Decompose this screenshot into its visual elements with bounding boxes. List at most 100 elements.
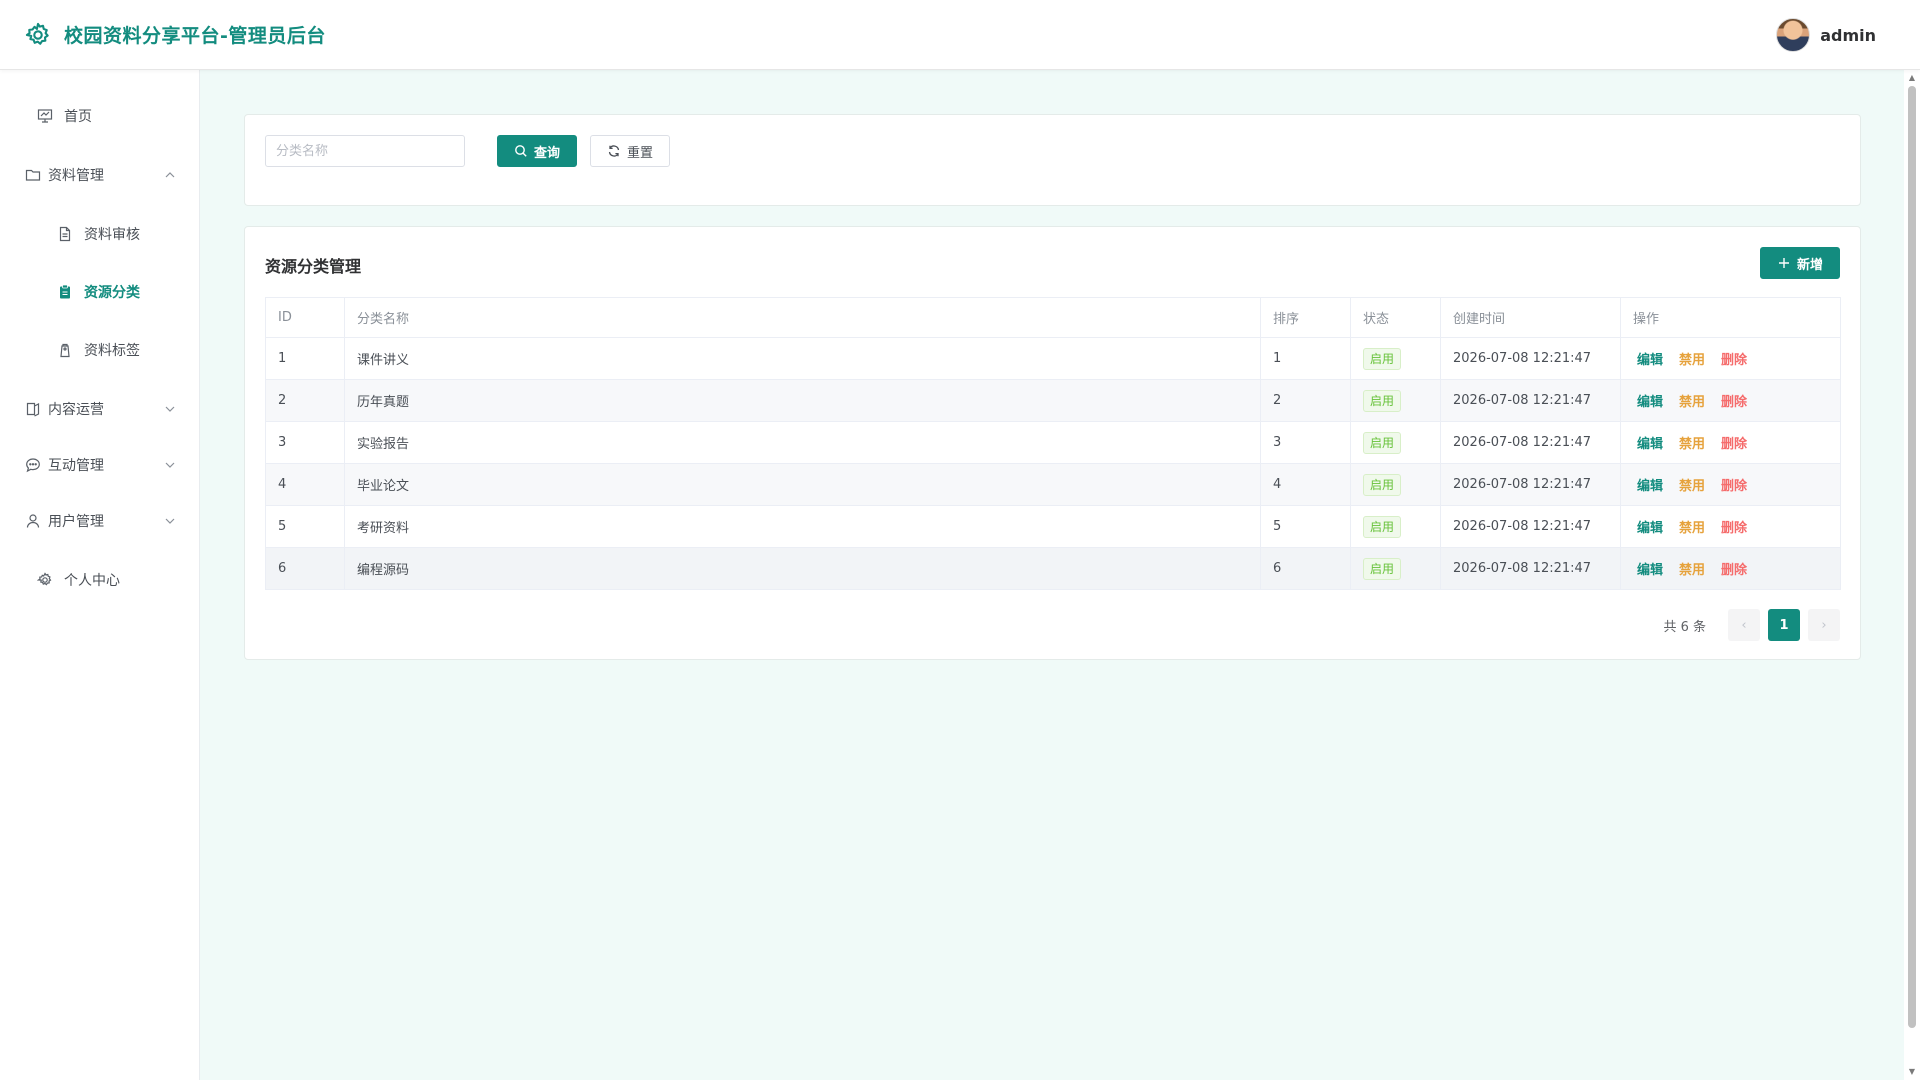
edit-link[interactable]: 编辑 [1637,479,1663,494]
scroll-up-arrow-icon[interactable]: ▲ [1907,73,1917,83]
cell-sort: 5 [1260,505,1351,548]
scrollbar-thumb[interactable] [1908,86,1916,1028]
chevron-down-icon [165,518,175,524]
delete-link[interactable]: 删除 [1721,479,1747,494]
table-row: 2 历年真题 2 启用 2026-07-08 12:21:47 编辑 禁用 删除 [265,379,1841,422]
reset-button-label: 重置 [626,145,653,161]
table-row: 6 编程源码 6 启用 2026-07-08 12:21:47 编辑 禁用 删除 [265,547,1841,590]
sidebar-item-label: 互动管理 [48,458,104,474]
disable-link[interactable]: 禁用 [1679,437,1705,452]
edit-link[interactable]: 编辑 [1637,353,1663,368]
top-header: 校园资料分享平台-管理员后台 admin [0,0,1920,70]
chevron-up-icon [165,172,175,178]
cell-id: 4 [265,463,345,506]
cell-actions: 编辑 禁用 删除 [1620,547,1841,590]
sidebar-item-review[interactable]: 资料审核 [0,214,200,254]
cell-status: 启用 [1350,421,1441,464]
disable-link[interactable]: 禁用 [1679,521,1705,536]
pagination: 共 6 条 ‹ 1 › [1663,609,1840,641]
refresh-icon [608,145,620,157]
column-header-name: 分类名称 [344,297,1261,338]
table-row: 5 考研资料 5 启用 2026-07-08 12:21:47 编辑 禁用 删除 [265,505,1841,548]
page-number-button[interactable]: 1 [1768,609,1800,641]
cell-id: 6 [265,547,345,590]
cell-created: 2026-07-08 12:21:47 [1440,505,1621,548]
sidebar-item-content-ops[interactable]: 内容运营 [0,389,200,429]
cell-name: 编程源码 [344,547,1261,590]
status-badge: 启用 [1363,557,1402,580]
sidebar-item-label: 资源分类 [84,285,140,301]
cell-name: 实验报告 [344,421,1261,464]
query-button[interactable]: 查询 [497,135,577,167]
gear-logo-icon [25,22,49,45]
cell-actions: 编辑 禁用 删除 [1620,463,1841,506]
cell-actions: 编辑 禁用 删除 [1620,379,1841,422]
user-icon [24,512,42,530]
folder-icon [24,166,42,184]
search-icon [515,145,527,157]
dashboard-icon [36,107,54,125]
cell-created: 2026-07-08 12:21:47 [1440,421,1621,464]
sidebar-item-category[interactable]: 资源分类 [0,272,200,312]
chat-bubble-icon [24,456,42,474]
sidebar-item-materials[interactable]: 资料管理 [0,155,200,195]
scroll-down-arrow-icon[interactable]: ▼ [1907,1067,1917,1077]
sidebar-item-profile[interactable]: 个人中心 [0,560,200,600]
plus-icon [1778,258,1789,268]
brand: 校园资料分享平台-管理员后台 [24,21,326,49]
column-header-id: ID [265,297,345,338]
column-header-created: 创建时间 [1440,297,1621,338]
cell-id: 5 [265,505,345,548]
username[interactable]: admin [1820,26,1876,45]
cell-actions: 编辑 禁用 删除 [1620,421,1841,464]
disable-link[interactable]: 禁用 [1679,353,1705,368]
sidebar-item-home[interactable]: 首页 [0,96,200,136]
sidebar-item-label: 资料审核 [84,227,140,243]
column-header-actions: 操作 [1620,297,1841,338]
edit-link[interactable]: 编辑 [1637,521,1663,536]
next-page-button[interactable]: › [1808,609,1840,641]
query-button-label: 查询 [533,145,560,161]
tag-icon [56,341,74,359]
disable-link[interactable]: 禁用 [1679,479,1705,494]
reset-button[interactable]: 重置 [590,135,670,167]
disable-link[interactable]: 禁用 [1679,395,1705,410]
table-row: 4 毕业论文 4 启用 2026-07-08 12:21:47 编辑 禁用 删除 [265,463,1841,506]
prev-page-button[interactable]: ‹ [1728,609,1760,641]
sidebar-item-interaction[interactable]: 互动管理 [0,445,200,485]
sidebar-item-users[interactable]: 用户管理 [0,501,200,541]
status-badge: 启用 [1363,473,1402,496]
delete-link[interactable]: 删除 [1721,353,1747,368]
avatar[interactable] [1776,18,1811,52]
cell-status: 启用 [1350,337,1441,380]
vertical-scrollbar[interactable]: ▲ ▼ [1904,70,1920,1080]
cell-id: 1 [265,337,345,380]
delete-link[interactable]: 删除 [1721,437,1747,452]
search-card: 查询 重置 [244,114,1861,206]
sidebar-item-label: 首页 [64,109,92,125]
edit-link[interactable]: 编辑 [1637,395,1663,410]
delete-link[interactable]: 删除 [1721,521,1747,536]
cell-sort: 3 [1260,421,1351,464]
cell-name: 考研资料 [344,505,1261,548]
category-table: ID 分类名称 排序 状态 创建时间 操作 1 课件讲义 1 启用 2026-0… [265,297,1841,590]
cell-name: 毕业论文 [344,463,1261,506]
edit-link[interactable]: 编辑 [1637,563,1663,578]
notebook-icon [24,400,42,418]
edit-link[interactable]: 编辑 [1637,437,1663,452]
sidebar-item-label: 资料标签 [84,343,140,359]
cell-status: 启用 [1350,463,1441,506]
delete-link[interactable]: 删除 [1721,395,1747,410]
user-menu[interactable]: admin [1776,18,1876,52]
category-name-search-input[interactable] [265,135,465,167]
cell-status: 启用 [1350,505,1441,548]
sidebar-item-label: 资料管理 [48,168,104,184]
disable-link[interactable]: 禁用 [1679,563,1705,578]
add-category-button[interactable]: 新增 [1760,247,1840,279]
cell-sort: 1 [1260,337,1351,380]
pagination-total: 共 6 条 [1663,619,1706,635]
delete-link[interactable]: 删除 [1721,563,1747,578]
card-title: 资源分类管理 [265,257,362,276]
category-table-card: 资源分类管理 新增 ID 分类名称 排序 状态 创建时间 操作 1 课件讲义 1… [244,226,1861,660]
sidebar-item-tags[interactable]: 资料标签 [0,330,200,370]
